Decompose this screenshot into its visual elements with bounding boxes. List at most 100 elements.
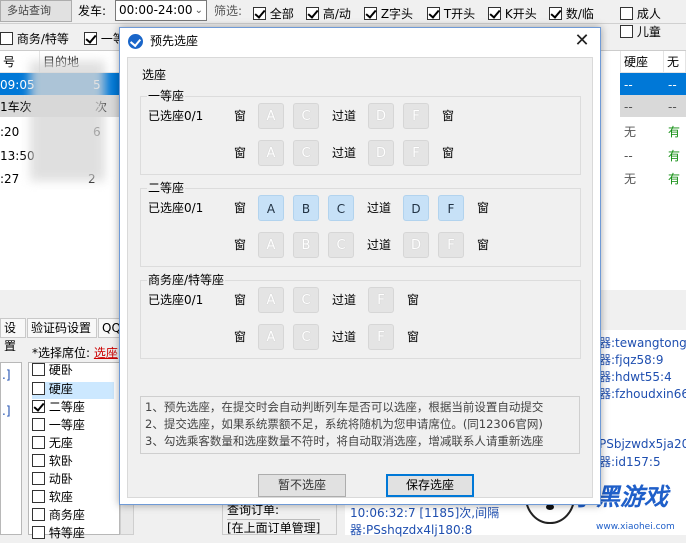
filter-t[interactable]: T开头 bbox=[427, 5, 475, 22]
seat-a[interactable]: A bbox=[258, 232, 284, 258]
checkbox[interactable] bbox=[0, 32, 13, 45]
seat-option-label: 硬卧 bbox=[48, 363, 73, 377]
seat-c[interactable]: C bbox=[293, 324, 319, 350]
depart-time-select[interactable]: 00:00-24:00 ⌄ bbox=[115, 0, 207, 21]
seat-f[interactable]: F bbox=[368, 324, 394, 350]
choose-seat-text: *选择席位: bbox=[32, 346, 91, 360]
child-option[interactable]: 儿童 bbox=[620, 23, 661, 40]
checkbox[interactable] bbox=[32, 472, 45, 485]
checkbox[interactable] bbox=[84, 32, 97, 45]
depart-time-value: 00:00-24:00 bbox=[119, 3, 193, 17]
seat-d[interactable]: D bbox=[368, 103, 394, 129]
window-label: 窗 bbox=[477, 201, 490, 215]
seat-a[interactable]: A bbox=[258, 324, 284, 350]
checkbox[interactable] bbox=[32, 490, 45, 503]
checkbox[interactable] bbox=[32, 508, 45, 521]
checkbox[interactable] bbox=[427, 7, 440, 20]
table-cell: -- bbox=[668, 100, 677, 114]
seat-f[interactable]: F bbox=[438, 232, 464, 258]
window-label: 窗 bbox=[477, 238, 490, 252]
seat-a[interactable]: A bbox=[258, 103, 284, 129]
filter-k[interactable]: K开头 bbox=[488, 5, 537, 22]
filter-z[interactable]: Z字头 bbox=[364, 5, 413, 22]
seat-option-hard-seat[interactable]: 硬座 bbox=[32, 382, 114, 399]
watermark-url: www.xiaohei.com bbox=[596, 522, 675, 532]
order-manage-link[interactable]: [在上面订单管理] bbox=[227, 519, 321, 536]
seat-option-label: 一等座 bbox=[48, 418, 85, 432]
close-icon[interactable]: ✕ bbox=[572, 31, 592, 51]
filter-label: 筛选: bbox=[214, 4, 243, 18]
seat-d[interactable]: D bbox=[403, 195, 429, 221]
seat-b[interactable]: B bbox=[293, 195, 319, 221]
seat-f[interactable]: F bbox=[368, 287, 394, 313]
seat-f[interactable]: F bbox=[403, 103, 429, 129]
seat-option-first-class[interactable]: 一等座 bbox=[32, 418, 85, 435]
seat-a[interactable]: A bbox=[258, 195, 284, 221]
seat-option-soft-sleeper[interactable]: 软卧 bbox=[32, 454, 73, 471]
seat-option-hard-sleeper[interactable]: 硬卧 bbox=[32, 363, 73, 380]
window-label: 窗 bbox=[234, 293, 247, 307]
checkbox[interactable] bbox=[32, 382, 45, 395]
seat-option-second-class[interactable]: 二等座 bbox=[32, 400, 85, 417]
section-label: 选座 bbox=[141, 68, 168, 82]
filter-shulin[interactable]: 数/临 bbox=[549, 5, 594, 22]
seat-c[interactable]: C bbox=[328, 232, 354, 258]
checkbox[interactable] bbox=[32, 454, 45, 467]
depart-label: 发车: bbox=[78, 4, 107, 18]
seat-option-label: 特等座 bbox=[48, 526, 85, 540]
seat-c[interactable]: C bbox=[328, 195, 354, 221]
seat-d[interactable]: D bbox=[403, 232, 429, 258]
choose-seat-link[interactable]: 选座 bbox=[94, 346, 118, 360]
checkbox[interactable] bbox=[306, 7, 319, 20]
checkbox[interactable] bbox=[364, 7, 377, 20]
multi-station-query-button[interactable]: 多站查询 bbox=[0, 0, 72, 22]
seat-option-soft-seat[interactable]: 软座 bbox=[32, 490, 73, 507]
filter-all[interactable]: 全部 bbox=[253, 5, 294, 22]
dialog-title: 预先选座 bbox=[150, 34, 199, 48]
seat-a[interactable]: A bbox=[258, 287, 284, 313]
adult-option[interactable]: 成人 bbox=[620, 5, 661, 22]
seat-c[interactable]: C bbox=[293, 287, 319, 313]
top-toolbar: 多站查询 发车: 00:00-24:00 ⌄ 筛选: 全部 高/动 Z字头 T开… bbox=[0, 0, 686, 24]
group-second-class: 二等座 已选座0/1 窗 A B C 过道 D F 窗 窗 A B C 过道 D… bbox=[140, 181, 581, 267]
filter-gaodong[interactable]: 高/动 bbox=[306, 5, 351, 22]
seat-option-no-seat[interactable]: 无座 bbox=[32, 436, 73, 453]
table-cell: :27 bbox=[0, 172, 20, 186]
checkbox[interactable] bbox=[620, 7, 633, 20]
seat-b[interactable]: B bbox=[293, 232, 319, 258]
seat-c[interactable]: C bbox=[293, 103, 319, 129]
skip-seat-button[interactable]: 暂不选座 bbox=[258, 474, 346, 497]
window-label: 窗 bbox=[407, 293, 420, 307]
checkbox[interactable] bbox=[488, 7, 501, 20]
child-label: 儿童 bbox=[636, 25, 661, 39]
seat-option-bullet-sleeper[interactable]: 动卧 bbox=[32, 472, 73, 489]
note-line: 3、勾选乘客数量和选座数量不符时，将自动取消选座，增减联系人请重新选座 bbox=[145, 434, 544, 448]
table-cell: 无 bbox=[624, 125, 637, 139]
app-icon bbox=[128, 34, 143, 49]
column-header-hard-seat[interactable]: 硬座 bbox=[620, 51, 664, 73]
seat-f[interactable]: F bbox=[403, 140, 429, 166]
log-line: 器:tewangtong7 bbox=[599, 336, 686, 350]
adult-label: 成人 bbox=[636, 7, 661, 21]
note-line: 1、预先选座，在提交时会自动判断列车是否可以选座，根据当前设置自动提交 bbox=[145, 400, 544, 414]
checkbox[interactable] bbox=[32, 526, 45, 539]
column-header[interactable]: 无 bbox=[664, 51, 686, 73]
checkbox[interactable] bbox=[32, 436, 45, 449]
seat-d[interactable]: D bbox=[368, 140, 394, 166]
seat-c[interactable]: C bbox=[293, 140, 319, 166]
tab-captcha[interactable]: 验证码设置 bbox=[27, 318, 97, 338]
seat-f[interactable]: F bbox=[438, 195, 464, 221]
checkbox[interactable] bbox=[549, 7, 562, 20]
checkbox[interactable] bbox=[32, 418, 45, 431]
aisle-label: 过道 bbox=[332, 146, 357, 160]
tab-settings[interactable]: 设置 bbox=[0, 318, 26, 353]
checkbox[interactable] bbox=[620, 25, 633, 38]
checkbox[interactable] bbox=[32, 400, 45, 413]
checkbox[interactable] bbox=[32, 363, 45, 376]
save-seat-button[interactable]: 保存选座 bbox=[386, 474, 474, 497]
seat-a[interactable]: A bbox=[258, 140, 284, 166]
seat-option-business[interactable]: 商务座 bbox=[32, 508, 85, 525]
seat-type-list: 硬卧 硬座 二等座 一等座 无座 软卧 动卧 软座 商务座 特等座 bbox=[28, 362, 120, 540]
checkbox[interactable] bbox=[253, 7, 266, 20]
filter-business[interactable]: 商务/特等 bbox=[0, 30, 69, 47]
